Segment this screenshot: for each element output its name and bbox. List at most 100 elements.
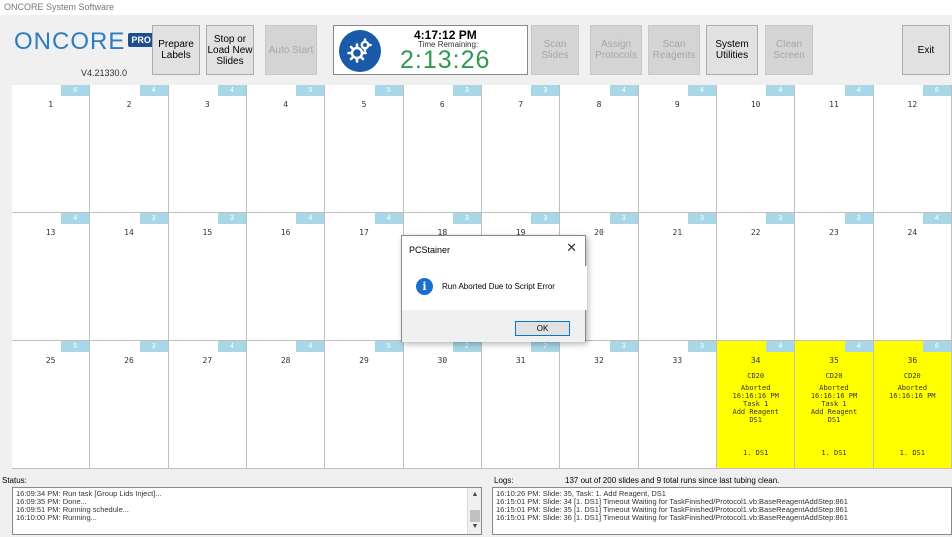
slide-slot[interactable]: 55 <box>325 85 404 213</box>
slot-count-badge: 4 <box>296 341 325 352</box>
slide-slot[interactable]: 5 29 <box>325 341 404 469</box>
slot-count-badge: 3 <box>531 85 560 96</box>
slide-slot[interactable]: 3 32 <box>560 341 639 469</box>
slot-count-badge: 3 <box>609 341 638 352</box>
slot-number: 30 <box>437 356 448 365</box>
system-utilities-button[interactable]: System Utilities <box>706 25 758 75</box>
slot-number: 5 <box>361 100 367 109</box>
slide-slot[interactable]: 4 10 <box>717 85 796 213</box>
slide-slot[interactable]: 2 31 <box>482 341 561 469</box>
slot-reagent-label: 1. DS1 <box>899 449 925 457</box>
assign-protocols-button[interactable]: Assign Protocols <box>590 25 642 75</box>
scroll-down-icon[interactable]: ▼ <box>468 520 481 534</box>
slide-slot[interactable]: 3 23 <box>795 213 874 341</box>
slide-slot[interactable]: 3 26 <box>90 341 169 469</box>
slot-count-badge: 4 <box>374 213 403 224</box>
status-line: 16:10:00 PM: Running... <box>16 513 97 522</box>
slot-count-badge: 6 <box>61 85 90 96</box>
slide-slot[interactable]: 3 14 <box>90 213 169 341</box>
scroll-up-icon[interactable]: ▲ <box>468 488 481 502</box>
slide-slot[interactable]: 2 30 <box>403 341 482 469</box>
slot-count-badge: 4 <box>687 85 716 96</box>
slot-status: Aborted 16:16:16 PM Task 1 Add Reagent D… <box>732 384 779 424</box>
slide-slot[interactable]: 42 <box>90 85 169 213</box>
slot-count-badge: 3 <box>139 213 168 224</box>
toolbar: ONCORE PRO V4.21330.0 Prepare Labels Stop… <box>0 15 952 82</box>
slide-slot[interactable]: 43 <box>168 85 247 213</box>
slot-count-badge: 4 <box>766 85 795 96</box>
logo-pro-badge: PRO <box>128 33 154 47</box>
slot-count-badge: 6 <box>922 85 951 96</box>
slot-status: Aborted 16:16:16 PM Task 1 Add Reagent D… <box>810 384 858 424</box>
slide-slot[interactable]: 4 17 <box>325 213 404 341</box>
slot-number: 11 <box>829 100 839 109</box>
slide-slot[interactable]: 4 13 <box>12 213 91 341</box>
slide-slot[interactable]: 4 11 <box>795 85 874 213</box>
info-icon: i <box>416 278 433 295</box>
slide-slot[interactable]: 37 <box>482 85 561 213</box>
slot-number: 4 <box>283 100 289 109</box>
slide-slot[interactable]: 4 24 <box>873 213 952 341</box>
dialog-title: PCStainer <box>409 245 451 255</box>
slide-slot[interactable]: 4 28 <box>247 341 326 469</box>
slot-count-badge: 4 <box>609 85 638 96</box>
slot-count-badge: 4 <box>139 85 168 96</box>
slot-number: 1 <box>48 100 54 109</box>
slot-count-badge: 4 <box>844 341 873 352</box>
log-line: 16:15:01 PM: Slide: 36 [1. DS1] Timeout … <box>496 513 848 522</box>
slide-slot[interactable]: 4 16 <box>247 213 326 341</box>
slide-slot[interactable]: 48 <box>560 85 639 213</box>
ok-button[interactable]: OK <box>515 321 570 336</box>
clean-screen-button[interactable]: Clean Screen <box>765 25 813 75</box>
slide-slot[interactable]: 5 25 <box>12 341 91 469</box>
slide-slot[interactable]: 61 <box>12 85 91 213</box>
prepare-labels-button[interactable]: Prepare Labels <box>152 25 200 75</box>
slot-number: 29 <box>359 356 369 365</box>
close-icon[interactable]: ✕ <box>566 240 577 256</box>
auto-start-button[interactable]: Auto Start <box>265 25 317 75</box>
slot-number: 31 <box>515 356 526 365</box>
status-log[interactable]: 16:09:34 PM: Run task [Group Lids Inject… <box>12 487 482 535</box>
slot-number: 27 <box>202 356 213 365</box>
slide-slot[interactable]: 4 27 <box>168 341 247 469</box>
slide-slot[interactable]: 6 12 <box>873 85 952 213</box>
slot-count-badge: 3 <box>139 341 168 352</box>
slot-number: 7 <box>518 100 524 109</box>
slide-slot[interactable]: 3 15 <box>168 213 247 341</box>
slide-slot[interactable]: 3 21 <box>638 213 717 341</box>
scan-slides-button[interactable]: Scan Slides <box>531 25 579 75</box>
slot-count-badge: 3 <box>217 213 246 224</box>
status-label: Status: <box>2 476 27 485</box>
version-label: V4.21330.0 <box>81 68 128 78</box>
slot-count-badge: 4 <box>922 213 951 224</box>
slot-count-badge: 5 <box>374 85 403 96</box>
slot-number: 22 <box>750 228 761 237</box>
slot-number: 17 <box>359 228 369 237</box>
slide-slot[interactable]: 3 22 <box>717 213 796 341</box>
logs-panel[interactable]: 16:10:26 PM: Slide: 35, Task: 1. Add Rea… <box>492 487 952 535</box>
slot-count-badge: 2 <box>531 341 560 352</box>
slide-slot[interactable]: 36 <box>403 85 482 213</box>
slot-number: 33 <box>672 356 683 365</box>
scan-reagents-button[interactable]: Scan Reagents <box>648 25 700 75</box>
slot-count-badge: 3 <box>844 213 873 224</box>
slide-slot[interactable]: 3 33 <box>638 341 717 469</box>
dialog-body: i Run Aborted Due to Script Error <box>402 266 587 310</box>
slide-slot[interactable]: 4 35 CD20 Aborted 16:16:16 PM Task 1 Add Re… <box>795 341 874 469</box>
slide-slot[interactable]: 6 36 CD20 Aborted 16:16:16 PM 1. DS1 <box>873 341 952 469</box>
status-scrollbar[interactable]: ▲ ▼ <box>467 488 481 534</box>
time-remaining-value: 2:13:26 <box>400 46 491 74</box>
tubing-clean-summary: 137 out of 200 slides and 9 total runs s… <box>565 476 780 485</box>
slot-number: 34 <box>750 356 761 365</box>
oncore-logo: ONCORE PRO <box>14 28 154 56</box>
slot-count-badge: 3 <box>687 341 716 352</box>
slot-count-badge: 5 <box>61 341 90 352</box>
slide-slot[interactable]: 54 <box>247 85 326 213</box>
slot-number: 32 <box>594 356 604 365</box>
exit-button[interactable]: Exit <box>902 25 950 75</box>
slide-slot[interactable]: 4 34 CD20 Aborted 16:16:16 PM Task 1 Add Re… <box>717 341 796 469</box>
slot-count-badge: 4 <box>217 341 246 352</box>
slide-slot[interactable]: 49 <box>638 85 717 213</box>
slot-number: 12 <box>907 100 918 109</box>
stop-load-slides-button[interactable]: Stop or Load New Slides <box>206 25 254 75</box>
